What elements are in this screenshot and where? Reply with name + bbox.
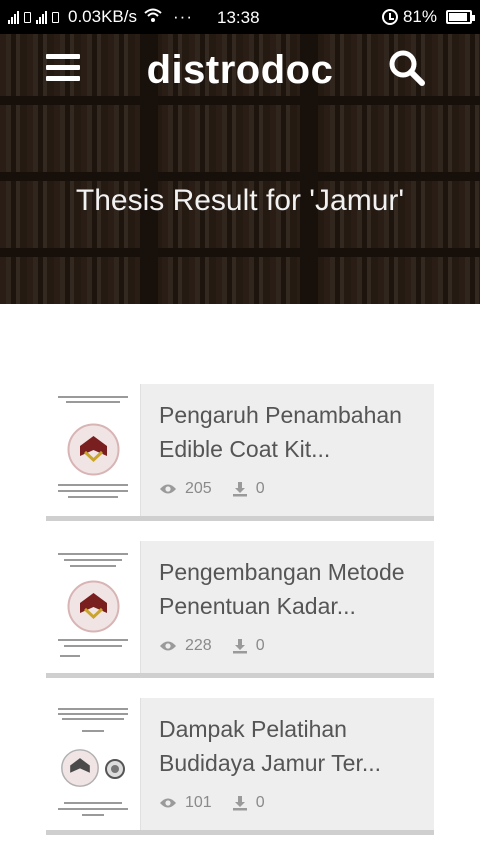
status-left: 0.03KB/s ··· [8,7,193,27]
eye-icon [160,484,176,494]
sim-icon [24,11,31,23]
university-logo [67,580,120,633]
views-count: 205 [185,480,212,497]
result-title[interactable]: Pengaruh Penambahan Edible Coat Kit... [159,398,424,466]
battery-percent: 81% [402,7,437,26]
result-title-line: Budidaya Jamur Ter... [159,750,382,776]
download-icon [232,482,247,497]
result-stats: 101 0 [159,794,285,812]
university-logo [61,749,99,787]
download-icon [232,796,247,811]
more-notifications: ··· [173,7,193,26]
document-thumbnail [46,541,141,673]
downloads-count: 0 [255,637,265,654]
university-logo [67,423,120,476]
top-app-bar: distrodoc [0,34,480,104]
status-bar: 0.03KB/s ··· 13:38 81% [0,0,480,34]
signal-icon-2 [36,10,47,24]
download-icon [232,639,247,654]
battery-icon [446,10,475,24]
eye-icon [160,641,176,651]
signal-icon [8,10,19,24]
battery-fill [449,13,467,21]
result-stats: 205 0 [159,480,285,498]
result-stats: 228 0 [159,637,285,655]
downloads-count: 0 [255,480,265,497]
downloads-stat: 0 [232,794,265,812]
views-count: 228 [185,637,212,654]
views-stat: 205 [159,480,212,498]
alarm-icon [381,9,398,25]
results-list: Pengaruh Penambahan Edible Coat Kit... 2… [46,384,434,854]
views-stat: 228 [159,637,212,655]
result-title-line: Penentuan Kadar... [159,593,356,619]
eye-icon [160,798,176,808]
result-title-line: Pengembangan Metode [159,559,405,585]
search-icon[interactable] [386,47,428,89]
page-title: Thesis Result for 'Jamur' [75,184,405,217]
sim-icon-2 [52,11,59,23]
views-count: 101 [185,794,212,811]
downloads-stat: 0 [232,637,265,655]
result-title-line: Dampak Pelatihan [159,716,347,742]
network-speed: 0.03KB/s [68,7,137,26]
result-card[interactable]: Dampak Pelatihan Budidaya Jamur Ter... 1… [46,698,434,835]
result-title[interactable]: Pengembangan Metode Penentuan Kadar... [159,555,424,623]
downloads-count: 0 [255,794,265,811]
downloads-stat: 0 [232,480,265,498]
seal-icon [105,759,125,779]
hero-banner: distrodoc Thesis Result for 'Jamur' [0,34,480,304]
result-card[interactable]: Pengembangan Metode Penentuan Kadar... 2… [46,541,434,678]
result-card[interactable]: Pengaruh Penambahan Edible Coat Kit... 2… [46,384,434,521]
document-thumbnail [46,698,141,830]
status-right: 81% [381,0,475,34]
document-thumbnail [46,384,141,516]
views-stat: 101 [159,794,212,812]
result-title-line: Edible Coat Kit... [159,436,331,462]
wifi-icon [144,8,162,27]
result-title-line: Pengaruh Penambahan [159,402,402,428]
result-title[interactable]: Dampak Pelatihan Budidaya Jamur Ter... [159,712,424,780]
clock: 13:38 [217,8,260,27]
